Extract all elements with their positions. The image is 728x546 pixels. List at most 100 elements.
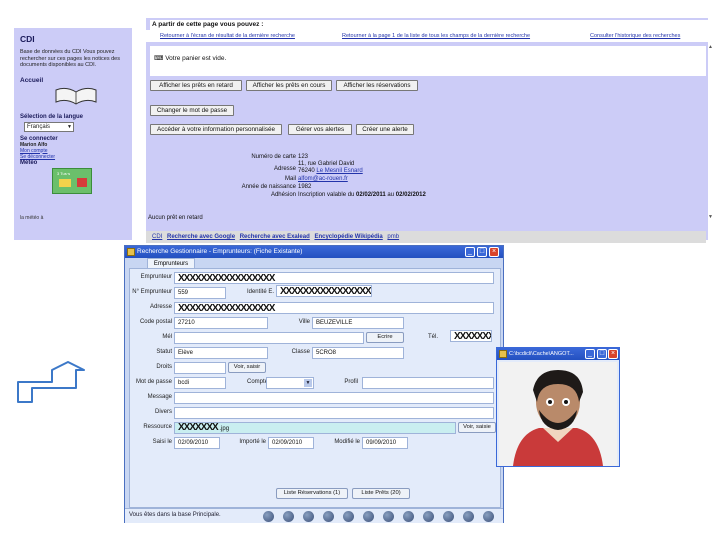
mail-link[interactable]: alfom@ac-rouen.fr xyxy=(298,176,348,182)
phone-label: Tél. xyxy=(427,334,438,340)
open-book-icon xyxy=(55,87,97,105)
entered-on-field[interactable]: 02/09/2010 xyxy=(174,437,220,449)
entered-on-label: Saisi le xyxy=(152,439,172,445)
language-label: Sélection de la langue xyxy=(20,113,84,120)
photo-window: C:\bcdicli\Cache\ANGOT... _ □ × xyxy=(496,347,620,467)
back-to-results-link[interactable]: Retourner à l'écran de résultat de la de… xyxy=(160,33,295,39)
profile-field[interactable] xyxy=(362,377,494,389)
footer-link-cdi[interactable]: CDI xyxy=(152,234,162,240)
status-text: Vous êtes dans la base Principale. xyxy=(129,512,221,518)
photo-close-icon[interactable]: × xyxy=(608,349,618,359)
toolbar-cancel-icon[interactable] xyxy=(383,511,394,522)
cart-icon: ⌨ xyxy=(154,55,164,62)
manage-alerts-button[interactable]: Gérer vos alertes xyxy=(288,124,352,135)
address-label: Adresse xyxy=(149,304,172,310)
toolbar-back-icon[interactable] xyxy=(283,511,294,522)
password-field[interactable]: bcdi xyxy=(174,377,226,389)
photo-minimize-icon[interactable]: _ xyxy=(585,349,595,359)
web-portal-screenshot: CDI Base de données du CDI Vous pouvez r… xyxy=(0,18,716,248)
weather-title: Météo xyxy=(20,159,38,166)
footer-link-wikipedia[interactable]: Encyclopédie Wikipédia xyxy=(314,234,382,240)
footer-link-pmb[interactable]: pmb xyxy=(387,234,399,240)
misc-label: Divers xyxy=(154,409,172,415)
maximize-icon[interactable]: □ xyxy=(477,247,487,257)
toolbar-save-icon[interactable] xyxy=(363,511,374,522)
language-select[interactable]: Français ▼ xyxy=(24,121,74,132)
view-resource-button[interactable]: Voir, saisie xyxy=(458,422,496,433)
create-alert-button[interactable]: Créer une alerte xyxy=(356,124,414,135)
footer-link-google[interactable]: Recherche avec Google xyxy=(167,234,235,240)
footer-link-exalead[interactable]: Recherche avec Exalead xyxy=(240,234,310,240)
weather-link[interactable]: la météo à xyxy=(20,215,43,221)
modified-on-label: Modifié le xyxy=(334,439,360,445)
borrower-name-field[interactable]: XXXXXXXXXXXXXXXXX xyxy=(174,272,494,284)
password-label: Mot de passe xyxy=(135,379,172,385)
email-field[interactable] xyxy=(174,332,364,344)
toolbar-lock-icon[interactable] xyxy=(343,511,354,522)
modified-on-field[interactable]: 09/09/2010 xyxy=(362,437,408,449)
photo-maximize-icon[interactable]: □ xyxy=(597,349,607,359)
resource-extension: .jpg xyxy=(219,426,230,432)
borrower-number-field[interactable]: 559 xyxy=(174,287,226,299)
mail-label: Mail xyxy=(284,176,296,182)
identity-field[interactable]: XXXXXXXXXXXXXXXXX xyxy=(276,285,372,297)
status-field[interactable]: Elève xyxy=(174,347,268,359)
intro-text: A partir de cette page vous pouvez : xyxy=(150,20,708,30)
identity-label: Identité E. xyxy=(246,289,274,295)
account-label: Compte xyxy=(246,379,268,385)
account-select[interactable]: ▼ xyxy=(266,377,314,389)
city-field[interactable]: BEUZEVILLE xyxy=(312,317,404,329)
back-to-page1-link[interactable]: Retourner à la page 1 de la liste de tou… xyxy=(342,33,530,39)
misc-field[interactable] xyxy=(174,407,494,419)
view-enter-rights-button[interactable]: Voir, saisir xyxy=(228,362,266,373)
weather-widget[interactable]: 3 Tus·s xyxy=(52,167,92,194)
reservations-button[interactable]: Afficher les réservations xyxy=(336,80,418,91)
toolbar-help-icon[interactable] xyxy=(483,511,494,522)
late-loans-button[interactable]: Afficher les prêts en retard xyxy=(150,80,242,91)
toolbar-prev-icon[interactable] xyxy=(423,511,434,522)
class-field[interactable]: 5CRO8 xyxy=(312,347,404,359)
resource-label: Ressource xyxy=(143,424,172,430)
loans-list-button[interactable]: Liste Prêts (20) xyxy=(352,488,410,499)
toolbar-search-icon[interactable] xyxy=(303,511,314,522)
cart-status: ⌨ Votre panier est vide. xyxy=(150,46,706,76)
rights-field[interactable] xyxy=(174,362,226,374)
change-password-button[interactable]: Changer le mot de passe xyxy=(150,105,234,116)
scroll-down-arrow-icon[interactable]: ▼ xyxy=(708,214,713,220)
history-link[interactable]: Consulter l'historique des recherches xyxy=(590,33,680,39)
membership-from: 02/02/2011 xyxy=(356,192,386,198)
borrower-photo xyxy=(499,362,617,466)
write-email-button[interactable]: Ecrire xyxy=(366,332,404,343)
postal-code-label: Code postal xyxy=(139,319,172,325)
card-number-label: Numéro de carte xyxy=(251,154,296,160)
toolbar-delete-icon[interactable] xyxy=(463,511,474,522)
toolbar-record-icon[interactable] xyxy=(323,511,334,522)
toolbar-next-icon[interactable] xyxy=(443,511,454,522)
sun-icon xyxy=(59,178,71,187)
chevron-down-icon: ▼ xyxy=(67,123,72,130)
photo-app-icon xyxy=(499,350,507,358)
postal-code-field[interactable]: 27210 xyxy=(174,317,268,329)
status-label: Statut xyxy=(156,349,172,355)
resource-field[interactable]: XXXXXXX .jpg xyxy=(174,422,456,434)
home-link[interactable]: Accueil xyxy=(20,77,126,84)
membership-text: Inscription valable du xyxy=(298,192,355,198)
email-label: Mél xyxy=(162,334,172,340)
scroll-up-arrow-icon[interactable]: ▲ xyxy=(708,44,713,50)
city-link[interactable]: Le Mesnil Esnard xyxy=(316,168,362,174)
profile-label: Profil xyxy=(344,379,358,385)
phone-field[interactable]: XXXXXXX xyxy=(450,330,492,342)
toolbar-first-icon[interactable] xyxy=(403,511,414,522)
card-number-value: 123 xyxy=(298,154,309,160)
toolbar-refresh-icon[interactable] xyxy=(263,511,274,522)
window-title-bar[interactable]: Recherche Gestionnaire - Emprunteurs: (F… xyxy=(125,246,503,258)
minimize-icon[interactable]: _ xyxy=(465,247,475,257)
address-field[interactable]: XXXXXXXXXXXXXXXXX xyxy=(174,302,494,314)
reservations-list-button[interactable]: Liste Réservations (1) xyxy=(276,488,348,499)
imported-on-field[interactable]: 02/09/2010 xyxy=(268,437,314,449)
language-value: Français xyxy=(27,123,51,130)
personal-info-button[interactable]: Accéder à votre information personnalisé… xyxy=(150,124,282,135)
close-icon[interactable]: × xyxy=(489,247,499,257)
current-loans-button[interactable]: Afficher les prêts en cours xyxy=(246,80,332,91)
message-field[interactable] xyxy=(174,392,494,404)
